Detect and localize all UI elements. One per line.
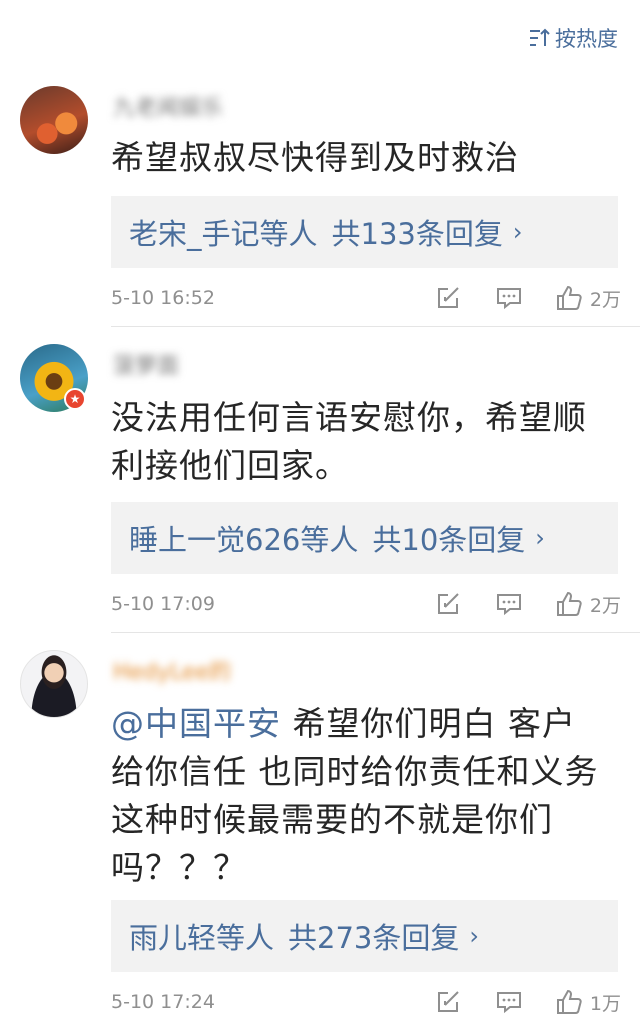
comment-meta: 5-10 17:24 1万 — [111, 982, 621, 1022]
reply-summary[interactable]: 老宋_手记 等人 共133条回复 › — [111, 196, 618, 268]
comment-text: @中国平安 希望你们明白 客户给你信任 也同时给你责任和义务 这种时候最需要的不… — [111, 700, 606, 892]
thumbs-up-icon — [556, 285, 582, 310]
comment-time: 5-10 16:52 — [111, 287, 215, 309]
comment-meta: 5-10 16:52 2万 — [111, 278, 621, 318]
reply-mid: 等人 — [300, 523, 359, 557]
avatar[interactable] — [20, 86, 88, 154]
thumbs-up-icon — [556, 591, 582, 616]
repost-icon[interactable] — [436, 990, 462, 1014]
username[interactable]: 菠萝面 — [113, 348, 179, 379]
divider — [111, 632, 640, 633]
reply-summary[interactable]: 雨儿轻 等人 共273条回复 › — [111, 900, 618, 972]
chevron-right-icon: › — [469, 922, 479, 950]
comment-text: 没法用任何言语安慰你，希望顺利接他们回家。 — [111, 398, 587, 485]
username[interactable]: 九老闻娱乐 — [113, 90, 223, 121]
chevron-right-icon: › — [535, 524, 545, 552]
reply-mid: 等人 — [259, 217, 318, 251]
sort-by-hot-button[interactable]: 按热度 — [529, 20, 618, 56]
reply-count: 共273条回复 — [288, 921, 460, 955]
like-button[interactable]: 2万 — [556, 591, 621, 618]
verified-badge-icon: ★ — [64, 388, 86, 410]
like-count: 1万 — [589, 992, 621, 1015]
reply-users: 雨儿轻 — [129, 921, 217, 955]
sort-label: 按热度 — [555, 27, 618, 51]
comment-meta: 5-10 17:09 2万 — [111, 584, 621, 624]
reply-count: 共10条回复 — [372, 523, 526, 557]
chevron-right-icon: › — [512, 218, 523, 246]
like-button[interactable]: 1万 — [556, 989, 621, 1016]
thumbs-up-icon — [556, 989, 582, 1014]
comment-icon[interactable] — [496, 286, 522, 310]
like-button[interactable]: 2万 — [556, 285, 621, 312]
reply-count: 共133条回复 — [331, 217, 503, 251]
sort-icon — [530, 28, 550, 46]
mention-link[interactable]: @中国平安 — [111, 704, 281, 743]
comment-time: 5-10 17:09 — [111, 593, 215, 615]
username[interactable]: HedyLee的 — [113, 654, 231, 685]
reply-users: 老宋_手记 — [129, 217, 260, 251]
like-count: 2万 — [589, 288, 621, 311]
repost-icon[interactable] — [436, 592, 462, 616]
repost-icon[interactable] — [436, 286, 462, 310]
comment-time: 5-10 17:24 — [111, 991, 215, 1013]
divider — [111, 326, 640, 327]
reply-summary[interactable]: 睡上一觉626 等人 共10条回复 › — [111, 502, 618, 574]
like-count: 2万 — [589, 594, 621, 617]
comment-icon[interactable] — [496, 592, 522, 616]
reply-users: 睡上一觉626 — [129, 523, 301, 557]
comment-icon[interactable] — [496, 990, 522, 1014]
reply-mid: 等人 — [216, 921, 275, 955]
comment-text: 希望叔叔尽快得到及时救治 — [111, 138, 519, 177]
avatar[interactable] — [20, 650, 88, 718]
